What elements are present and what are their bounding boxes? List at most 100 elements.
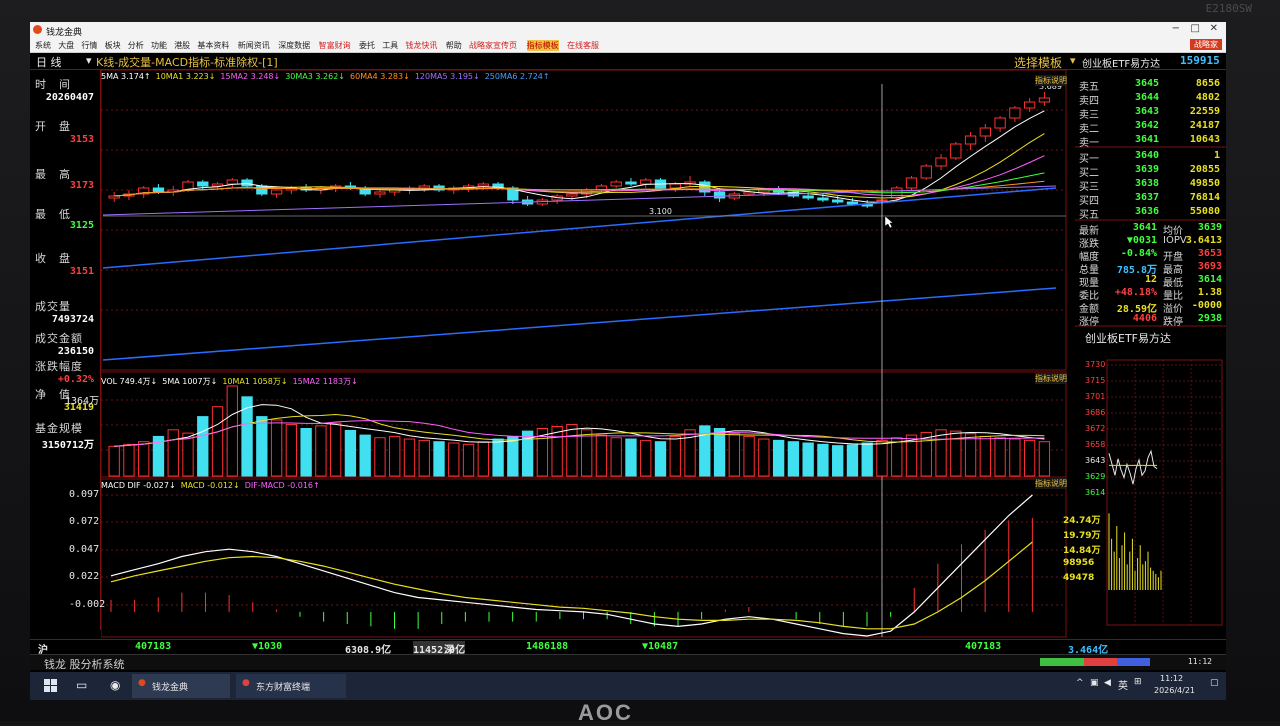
menu-item[interactable]: 基本资料	[197, 40, 229, 51]
menu-item[interactable]: 系统	[35, 40, 51, 51]
volume-bar	[108, 445, 120, 477]
browser-icon[interactable]: ◉	[110, 678, 120, 692]
mini-price-tick: 3658	[1085, 440, 1106, 449]
macd-axis-tick: 0.072	[69, 516, 100, 527]
quote-stat-row: 涨停 4406 跌停 2938	[1075, 313, 1226, 328]
stat-value: ▼0031	[1126, 235, 1157, 246]
candle-body	[905, 177, 918, 189]
menu-item[interactable]: 港股	[174, 40, 190, 51]
stat-label-2: IOPV	[1163, 235, 1187, 246]
menu-item[interactable]: 帮助	[446, 40, 462, 51]
volume-bar	[802, 442, 814, 477]
orderbook-sell-row[interactable]: 卖三 3643 22559	[1075, 106, 1226, 121]
menu-item[interactable]: 委托	[359, 40, 375, 51]
volume-bar	[566, 424, 578, 477]
info-value: 236150	[57, 346, 94, 357]
taskbar-clock-time[interactable]: 11:12	[1160, 674, 1183, 683]
mini-vol-tick: 19.79万	[1063, 531, 1101, 541]
menu-item[interactable]: 功能	[151, 40, 167, 51]
ob-label: 卖三	[1079, 110, 1099, 121]
taskbar-item-label: 钱龙金典	[152, 683, 189, 693]
volume-bar	[743, 435, 755, 477]
info-label: 开 盘	[35, 120, 71, 133]
menu-item[interactable]: 新闻资讯	[238, 40, 270, 51]
network-icon[interactable]: ▣	[1090, 678, 1099, 688]
ob-label: 买五	[1079, 210, 1099, 221]
candle-body	[1009, 107, 1021, 119]
ob-price: 3644	[1135, 92, 1160, 103]
orderbook-sell-row[interactable]: 卖五 3645 8656	[1075, 78, 1226, 93]
orderbook-buy-row[interactable]: 买二 3639 20855	[1075, 164, 1226, 179]
app-footer-bar: 钱龙 股分析系统 11:12	[30, 654, 1226, 671]
macd-axis-tick: -0.002	[69, 599, 106, 610]
ma-legend-item: 250MA6 2.724↑	[484, 72, 550, 81]
menu-item[interactable]: 深度数据	[278, 40, 310, 51]
volume-icon[interactable]: ◀	[1104, 678, 1111, 688]
promo-button[interactable]: 战略家	[1190, 39, 1222, 50]
candle-body	[950, 143, 962, 159]
candle-body	[920, 165, 932, 179]
mini-vol-tick: 98956	[1063, 558, 1095, 568]
maximize-icon[interactable]: □	[1191, 23, 1200, 34]
monitor-brand-logo: AOC	[578, 700, 633, 725]
volume-bar	[256, 416, 268, 477]
taskbar-item-qianlong[interactable]: ● 钱龙金典	[132, 674, 230, 698]
stat-value-2: -0000	[1191, 300, 1222, 311]
stat-value: +48.18%	[1114, 287, 1157, 298]
notification-icon[interactable]: ▢	[1210, 678, 1219, 688]
mini-price-tick: 3715	[1085, 376, 1106, 385]
menu-item[interactable]: 指标模板	[526, 40, 559, 51]
windows-start-icon[interactable]	[44, 679, 57, 692]
minimize-icon[interactable]: −	[1172, 23, 1180, 34]
template-dropdown-icon[interactable]: ▾	[1070, 54, 1076, 67]
menu-item[interactable]: 工具	[382, 40, 398, 51]
menu-item[interactable]: 战略家宣传页	[469, 40, 517, 51]
vol-legend-item: 5MA 1007万↓	[162, 377, 218, 386]
menu-item[interactable]: 板块	[105, 40, 121, 51]
info-label: 涨跌幅度	[35, 360, 83, 373]
menu-item[interactable]: 行情	[81, 40, 97, 51]
menu-item[interactable]: 智富财询	[319, 40, 351, 51]
fund-name: 创业板ETF易方达	[1082, 59, 1161, 70]
indicator-help-button-macd[interactable]: 指标说明	[1035, 478, 1067, 489]
ime-grid-icon[interactable]: ⊞	[1134, 677, 1142, 687]
indicator-help-button-price[interactable]: 指标说明	[1035, 75, 1067, 86]
indicator-help-button-vol[interactable]: 指标说明	[1035, 373, 1067, 384]
menu-item[interactable]: 钱龙快讯	[405, 40, 437, 51]
orderbook-buy-row[interactable]: 买五 3636 55080	[1075, 206, 1226, 221]
orderbook-sell-row[interactable]: 卖一 3641 10643	[1075, 134, 1226, 149]
close-icon[interactable]: ✕	[1210, 23, 1218, 34]
menu-item[interactable]: 大盘	[58, 40, 74, 51]
ime-indicator[interactable]: 英	[1118, 677, 1128, 692]
info-label: 成交量	[35, 300, 71, 313]
orderbook-buy-row[interactable]: 买一 3640 1	[1075, 150, 1226, 165]
macd-axis-tick: 0.022	[69, 571, 100, 582]
menu-item[interactable]: 在线客服	[567, 40, 599, 51]
orderbook-buy-row[interactable]: 买四 3637 76814	[1075, 192, 1226, 207]
orderbook-sell-row[interactable]: 卖二 3642 24187	[1075, 120, 1226, 135]
ob-volume: 55080	[1189, 206, 1220, 217]
ob-label: 买二	[1079, 168, 1099, 179]
volume-bar	[448, 442, 460, 477]
orderbook-buy-row[interactable]: 买三 3638 49850	[1075, 178, 1226, 193]
ob-label: 买一	[1079, 154, 1099, 165]
template-select-button[interactable]: 选择模板	[1014, 54, 1062, 71]
taskbar-item-eastmoney[interactable]: ● 东方财富终端	[236, 674, 346, 698]
chart-area[interactable]: 3.1003.6892026010203042026/04/07(二) 5MA …	[65, 70, 1071, 660]
quote-stat-row: 幅度 -0.84% 开盘 3653	[1075, 248, 1226, 263]
taskbar-clock-date[interactable]: 2026/4/21	[1154, 686, 1195, 695]
ob-label: 买三	[1079, 182, 1099, 193]
mini-price-tick: 3643	[1085, 456, 1106, 465]
period-selector[interactable]: 日 线	[36, 54, 62, 70]
file-explorer-icon[interactable]: ▭	[76, 678, 87, 692]
mini-price-tick: 3629	[1085, 472, 1106, 481]
volume-bar	[994, 437, 1006, 477]
tray-chevron-icon[interactable]: ^	[1076, 678, 1084, 688]
volume-bar	[477, 441, 489, 477]
menu-item[interactable]: 分析	[128, 40, 144, 51]
period-dropdown-icon[interactable]: ▾	[86, 54, 92, 67]
mini-vol-tick: 14.84万	[1063, 546, 1101, 556]
candle-body	[935, 157, 947, 167]
taskbar: ▭ ◉ ● 钱龙金典 ● 东方财富终端 ^ ▣ ◀ 英 ⊞ 11:12 2026…	[30, 672, 1226, 700]
orderbook-sell-row[interactable]: 卖四 3644 4802	[1075, 92, 1226, 107]
